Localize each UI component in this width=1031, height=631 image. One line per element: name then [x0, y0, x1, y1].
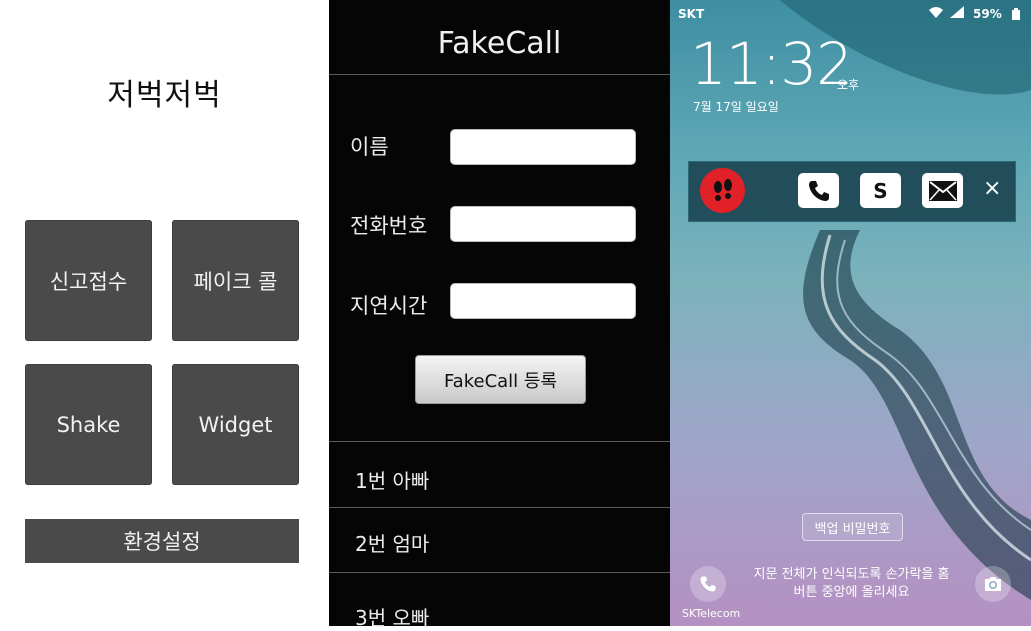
report-button-label: 신고접수 [49, 269, 128, 294]
fakecall-register-button[interactable]: FakeCall 등록 [415, 355, 586, 404]
settings-button[interactable]: 환경설정 [25, 519, 299, 563]
phone-icon[interactable] [798, 173, 839, 208]
backup-password-button[interactable]: 백업 비밀번호 [802, 513, 903, 541]
s-icon-label: S [873, 178, 888, 203]
divider [329, 441, 670, 442]
clock-date: 7월 17일 일요일 [693, 100, 779, 114]
fingerprint-hint: 지문 전체가 인식되도록 손가락을 홈 버튼 중앙에 올리세요 [734, 566, 969, 602]
shake-button-label: Shake [56, 412, 121, 437]
fake-call-button-label: 페이크 콜 [193, 269, 278, 294]
battery-percent: 59% [973, 7, 1002, 21]
clock-ampm: 오후 [837, 78, 860, 92]
camera-shortcut-icon[interactable] [975, 566, 1011, 602]
fakecall-title: FakeCall [437, 26, 562, 61]
mail-icon[interactable] [922, 173, 963, 208]
s-icon[interactable]: S [860, 173, 901, 208]
contact-item-1[interactable]: 1번 아빠 [355, 465, 429, 494]
report-button[interactable]: 신고접수 [25, 220, 152, 341]
footsteps-icon[interactable] [700, 168, 745, 213]
backup-password-label: 백업 비밀번호 [814, 521, 891, 537]
app-title: 저벅저벅 [107, 78, 222, 113]
wifi-icon [929, 7, 943, 18]
divider [329, 74, 670, 75]
clock-time: 11:32 [690, 30, 853, 98]
shake-button[interactable]: Shake [25, 364, 152, 485]
contact-item-3[interactable]: 3번 오빠 [355, 602, 429, 631]
hint-line-2: 버튼 중앙에 올리세요 [793, 585, 910, 600]
phone-label: 전화번호 [350, 214, 428, 238]
hint-line-1: 지문 전체가 인식되도록 손가락을 홈 [753, 567, 950, 582]
close-icon[interactable]: × [983, 176, 1001, 201]
fake-call-button[interactable]: 페이크 콜 [172, 220, 299, 341]
phone-input[interactable] [450, 206, 636, 242]
battery-icon [1012, 8, 1020, 20]
delay-label: 지연시간 [350, 294, 428, 318]
widget-button[interactable]: Widget [172, 364, 299, 485]
signal-icon [950, 6, 964, 18]
name-label: 이름 [350, 135, 389, 159]
divider [329, 572, 670, 573]
delay-input[interactable] [450, 283, 636, 319]
lock-screen: SKT 59% 11:32 오후 7월 17일 일요일 S × 백업 비밀번호 … [670, 0, 1031, 626]
carrier-label: SKT [678, 7, 705, 21]
name-input[interactable] [450, 129, 636, 165]
carrier-name-bottom: SKTelecom [682, 607, 741, 620]
fakecall-screen: FakeCall 이름 전화번호 지연시간 FakeCall 등록 1번 아빠 … [329, 0, 670, 630]
contact-item-2[interactable]: 2번 엄마 [355, 528, 429, 557]
phone-shortcut-icon[interactable] [690, 566, 726, 602]
settings-button-label: 환경설정 [123, 530, 201, 554]
main-menu-screen: 저벅저벅 신고접수 페이크 콜 Shake Widget 환경설정 [0, 0, 329, 626]
divider [329, 507, 670, 508]
register-button-label: FakeCall 등록 [443, 370, 558, 392]
widget-button-label: Widget [198, 412, 273, 437]
